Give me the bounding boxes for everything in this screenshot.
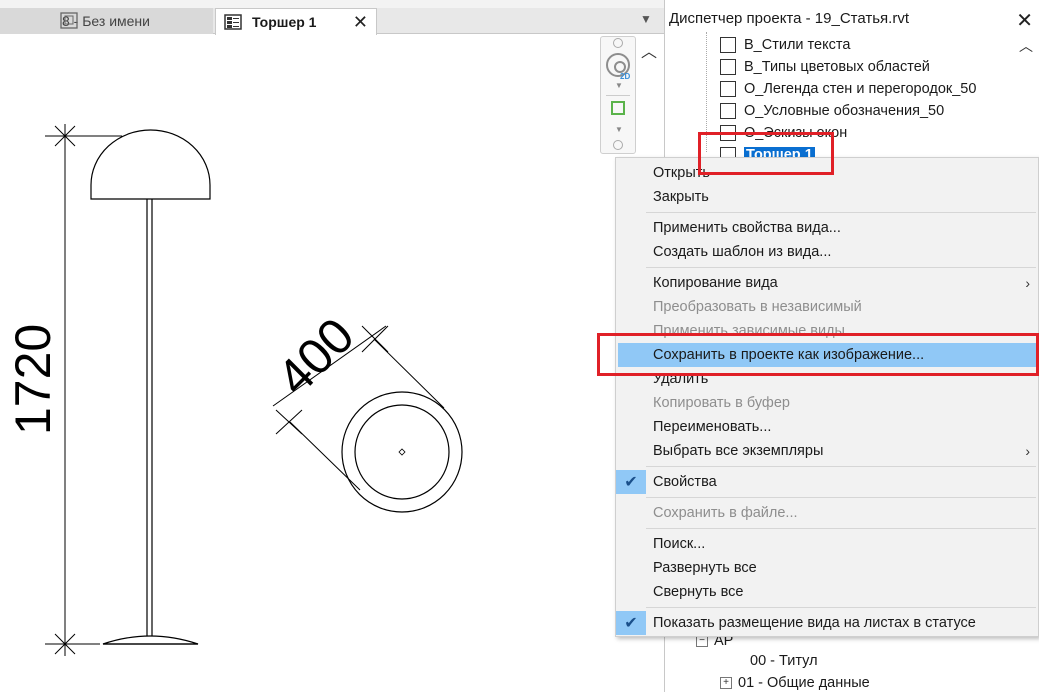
tab-torsher-1-label: Торшер 1 xyxy=(252,14,317,30)
tree-sheet-01[interactable]: + 01 - Общие данные xyxy=(720,672,870,692)
dimension-height: 1720 xyxy=(5,124,122,656)
menu-create-view-template[interactable]: Создать шаблон из вида... xyxy=(616,240,1039,264)
navbar-divider xyxy=(606,95,630,96)
menu-separator xyxy=(646,497,1036,498)
menu-properties[interactable]: ✔ Свойства xyxy=(616,470,1039,494)
expand-icon[interactable]: + xyxy=(720,677,732,689)
lamp-shade xyxy=(90,129,211,200)
annotation-box-save-as-image xyxy=(597,333,1039,376)
menu-rename[interactable]: Переименовать... xyxy=(616,415,1039,439)
context-menu: Открыть Закрыть Применить свойства вида.… xyxy=(615,157,1039,637)
browser-item[interactable]: О_Легенда стен и перегородок_50 xyxy=(720,78,976,100)
tab-list-chevron-icon[interactable]: ▼ xyxy=(640,12,652,26)
zoom-region-icon[interactable] xyxy=(611,101,625,115)
dimension-diameter-text: 400 xyxy=(266,307,365,406)
browser-item[interactable]: В_Стили текста xyxy=(720,34,850,56)
browser-scroll-up-icon[interactable]: ︿ xyxy=(1019,36,1033,56)
tab-view-8[interactable]: 8 - Без имени xyxy=(0,8,213,34)
menu-separator xyxy=(646,267,1036,268)
drawing-canvas[interactable]: 1720 400 xyxy=(0,34,664,692)
scroll-up-icon[interactable]: ︿ xyxy=(641,38,657,62)
legend-view-icon xyxy=(224,14,242,30)
checkmark-icon: ✔ xyxy=(616,611,646,635)
close-tab-icon[interactable]: ✕ xyxy=(353,12,368,33)
menu-separator xyxy=(646,212,1036,213)
2d-label-icon: 2D xyxy=(620,72,631,81)
navbar-options-icon[interactable] xyxy=(613,140,623,150)
lamp-top-inner-circle xyxy=(354,404,450,500)
submenu-arrow-icon: › xyxy=(1025,443,1030,459)
annotation-box-selected-view xyxy=(698,132,834,175)
menu-save-to-file: Сохранить в файле... xyxy=(653,505,798,521)
wheel-dropdown-icon[interactable]: ▼ xyxy=(615,81,623,90)
submenu-arrow-icon: › xyxy=(1025,275,1030,291)
project-browser-title: Диспетчер проекта - 19_Статья.rvt xyxy=(669,10,910,27)
menu-separator xyxy=(646,607,1036,608)
lamp-top-outer-circle xyxy=(341,391,463,513)
zoom-dropdown-icon[interactable]: ▼ xyxy=(615,125,623,134)
tab-strip xyxy=(0,0,664,8)
legend-item-icon xyxy=(720,59,736,75)
checkmark-icon: ✔ xyxy=(616,470,646,494)
view-tab-bar: 8 - Без имени Торшер 1 ✕ ▼ xyxy=(0,0,664,35)
dimension-diameter: 400 xyxy=(266,307,445,491)
menu-collapse-all[interactable]: Свернуть все xyxy=(616,580,1039,604)
close-browser-icon[interactable]: ✕ xyxy=(1016,8,1033,33)
lamp-base xyxy=(102,635,199,645)
navigation-bar: 2D ▼ ▼ xyxy=(600,36,636,154)
drawing-svg: 1720 400 xyxy=(5,124,463,656)
menu-separator xyxy=(646,466,1036,467)
menu-expand-all[interactable]: Развернуть все xyxy=(616,556,1039,580)
menu-separator xyxy=(646,528,1036,529)
tree-sheet-00[interactable]: 00 - Титул xyxy=(750,650,818,672)
menu-convert-independent: Преобразовать в независимый xyxy=(653,299,862,315)
menu-close[interactable]: Закрыть xyxy=(616,185,1039,209)
menu-duplicate-view[interactable]: Копирование вида › xyxy=(616,271,1039,295)
tab-torsher-1[interactable]: Торшер 1 ✕ xyxy=(215,8,377,35)
menu-apply-view-properties[interactable]: Применить свойства вида... xyxy=(616,216,1039,240)
browser-item[interactable]: В_Типы цветовых областей xyxy=(720,56,930,78)
legend-item-icon xyxy=(720,81,736,97)
canvas-scrollbar[interactable]: ︿ xyxy=(637,34,661,154)
menu-select-all-instances[interactable]: Выбрать все экземпляры › xyxy=(616,439,1039,463)
menu-search[interactable]: Поиск... xyxy=(616,532,1039,556)
legend-item-icon xyxy=(720,103,736,119)
dimension-height-text: 1720 xyxy=(5,324,61,435)
navbar-close-icon[interactable] xyxy=(613,38,623,48)
legend-item-icon xyxy=(720,37,736,53)
menu-show-view-placement[interactable]: ✔ Показать размещение вида на листах в с… xyxy=(616,611,1039,635)
browser-item[interactable]: О_Условные обозначения_50 xyxy=(720,100,944,122)
sheet-view-icon xyxy=(60,12,78,29)
menu-copy-to-clipboard: Копировать в буфер xyxy=(653,395,790,411)
